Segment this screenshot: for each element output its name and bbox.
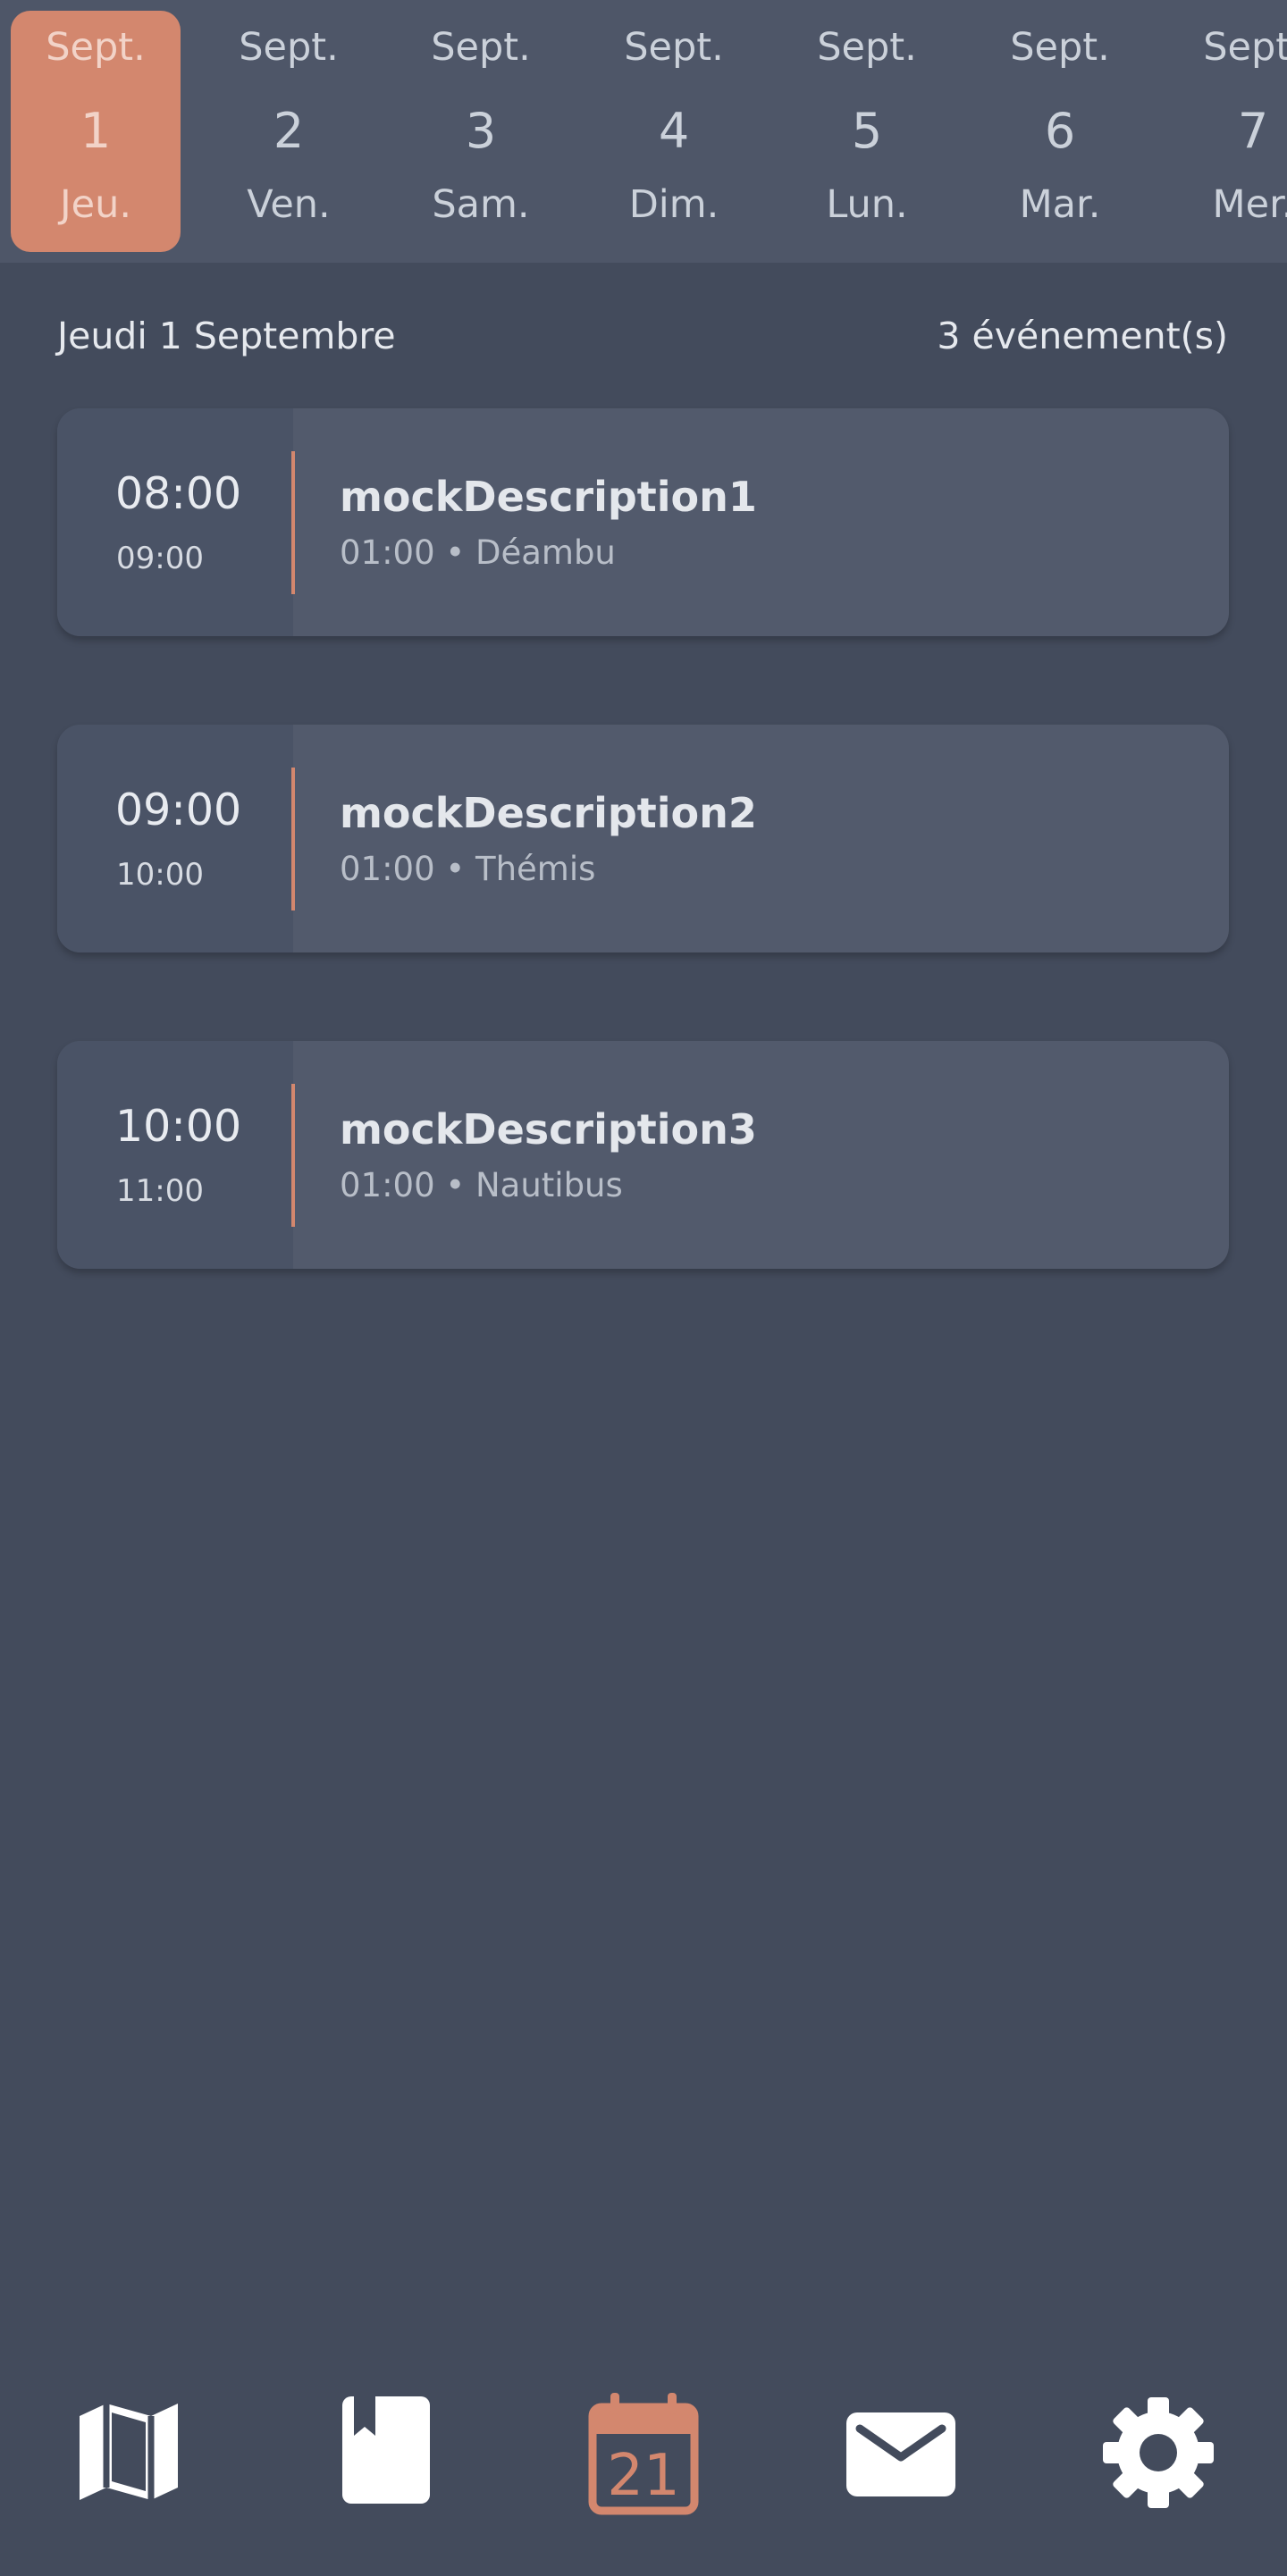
nav-map-button[interactable] — [62, 2386, 196, 2520]
date-item-6[interactable]: Sept. 6 Mar. — [975, 11, 1145, 252]
event-title: mockDescription2 — [340, 789, 757, 837]
day-header: Jeudi 1 Septembre 3 événement(s) — [57, 309, 1228, 363]
date-day: 1 — [80, 103, 112, 159]
event-list: 08:00 09:00 mockDescription1 01:00 • Déa… — [57, 408, 1229, 1357]
nav-settings-button[interactable] — [1091, 2386, 1225, 2520]
event-accent-line — [291, 1084, 295, 1227]
date-strip[interactable]: Sept. 1 Jeu. Sept. 2 Ven. Sept. 3 Sam. S… — [0, 0, 1287, 263]
app-root: Sept. 1 Jeu. Sept. 2 Ven. Sept. 3 Sam. S… — [0, 0, 1287, 2576]
event-time-column: 10:00 11:00 — [57, 1041, 293, 1269]
date-day: 5 — [851, 103, 883, 159]
event-accent-line — [291, 768, 295, 910]
date-weekday: Mar. — [1019, 182, 1101, 227]
date-item-5[interactable]: Sept. 5 Lun. — [782, 11, 952, 252]
event-subtitle: 01:00 • Thémis — [340, 850, 596, 888]
date-month: Sept. — [1203, 25, 1287, 70]
nav-library-button[interactable] — [318, 2386, 452, 2520]
date-day: 7 — [1237, 103, 1269, 159]
date-item-2[interactable]: Sept. 2 Ven. — [204, 11, 374, 252]
date-weekday: Dim. — [628, 182, 719, 227]
gear-icon — [1103, 2397, 1214, 2508]
date-weekday: Ven. — [247, 182, 331, 227]
event-subtitle: 01:00 • Déambu — [340, 533, 616, 572]
event-time-column: 09:00 10:00 — [57, 725, 293, 952]
calendar-number: 21 — [607, 2443, 680, 2509]
event-card[interactable]: 09:00 10:00 mockDescription2 01:00 • Thé… — [57, 725, 1229, 952]
event-title: mockDescription3 — [340, 1105, 757, 1154]
date-month: Sept. — [239, 25, 339, 70]
date-month: Sept. — [46, 25, 146, 70]
date-weekday: Lun. — [826, 182, 908, 227]
date-day: 3 — [465, 103, 497, 159]
date-month: Sept. — [431, 25, 531, 70]
date-weekday: Sam. — [432, 182, 530, 227]
date-item-1[interactable]: Sept. 1 Jeu. — [11, 11, 181, 252]
event-end-time: 09:00 — [116, 541, 204, 576]
mail-icon — [846, 2412, 955, 2496]
bottom-nav: 21 — [0, 2359, 1287, 2538]
event-subtitle: 01:00 • Nautibus — [340, 1166, 623, 1204]
date-day: 2 — [273, 103, 305, 159]
event-start-time: 08:00 — [115, 468, 242, 519]
date-item-3[interactable]: Sept. 3 Sam. — [396, 11, 566, 252]
event-card[interactable]: 10:00 11:00 mockDescription3 01:00 • Nau… — [57, 1041, 1229, 1269]
event-end-time: 10:00 — [116, 857, 204, 893]
date-day: 6 — [1044, 103, 1076, 159]
date-day: 4 — [658, 103, 690, 159]
event-start-time: 09:00 — [115, 785, 242, 835]
map-icon — [80, 2404, 178, 2500]
date-month: Sept. — [624, 25, 724, 70]
event-accent-line — [291, 451, 295, 594]
date-item-4[interactable]: Sept. 4 Dim. — [589, 11, 759, 252]
event-title: mockDescription1 — [340, 473, 757, 521]
date-weekday: Mer. — [1212, 182, 1287, 227]
event-start-time: 10:00 — [115, 1101, 242, 1152]
date-item-7[interactable]: Sept. 7 Mer. — [1168, 11, 1287, 252]
selected-date-label: Jeudi 1 Septembre — [57, 315, 396, 357]
event-time-column: 08:00 09:00 — [57, 408, 293, 636]
bookmark-book-icon — [342, 2396, 430, 2504]
nav-calendar-button[interactable]: 21 — [576, 2386, 711, 2520]
nav-mail-button[interactable] — [833, 2386, 967, 2520]
date-month: Sept. — [817, 25, 917, 70]
event-count-label: 3 événement(s) — [937, 315, 1228, 357]
event-card[interactable]: 08:00 09:00 mockDescription1 01:00 • Déa… — [57, 408, 1229, 636]
date-month: Sept. — [1010, 25, 1110, 70]
date-weekday: Jeu. — [59, 182, 132, 227]
event-end-time: 11:00 — [116, 1173, 204, 1209]
